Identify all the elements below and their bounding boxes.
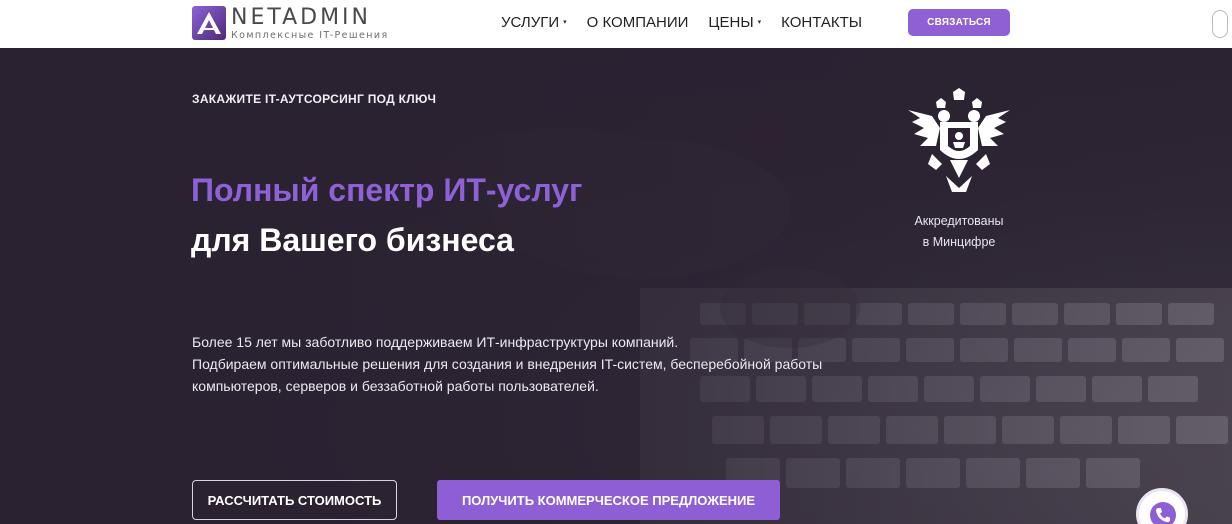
- nav-item-label: О КОМПАНИИ: [586, 14, 689, 31]
- hero-description: Более 15 лет мы заботливо поддерживаем И…: [192, 331, 832, 397]
- caret-down-icon: ▾: [757, 19, 762, 26]
- main-nav: УСЛУГИ ▾ О КОМПАНИИ ЦЕНЫ ▾ КОНТАКТЫ: [501, 13, 882, 33]
- nav-item-about[interactable]: О КОМПАНИИ: [587, 13, 689, 33]
- logo-wordmark: NETADMIN: [231, 5, 372, 30]
- phone-icon: [1150, 502, 1176, 524]
- scrollbar[interactable]: [1212, 10, 1228, 38]
- logo-a-mark-icon: [192, 6, 226, 40]
- russian-coat-of-arms-icon: [906, 88, 1012, 196]
- nav-item-services[interactable]: УСЛУГИ ▾: [501, 13, 567, 33]
- hero-title-accent: Полный спектр ИТ-услуг: [191, 172, 583, 208]
- hero-background-image: [0, 48, 1232, 524]
- logo[interactable]: NETADMIN Комплексные IT-Решения: [192, 6, 414, 42]
- nav-item-label: ЦЕНЫ: [708, 14, 754, 31]
- hero-kicker: ЗАКАЖИТЕ IT-АУТСОРСИНГ ПОД КЛЮЧ: [192, 92, 437, 106]
- description-line: Более 15 лет мы заботливо поддерживаем И…: [192, 334, 679, 350]
- accreditation-line: в Минцифре: [922, 235, 996, 249]
- logo-tagline: Комплексные IT-Решения: [231, 30, 389, 41]
- contact-button[interactable]: СВЯЗАТЬСЯ: [908, 9, 1010, 36]
- nav-item-contacts[interactable]: КОНТАКТЫ: [781, 13, 862, 33]
- site-header: NETADMIN Комплексные IT-Решения УСЛУГИ ▾…: [0, 0, 1232, 48]
- hero-section: ЗАКАЖИТЕ IT-АУТСОРСИНГ ПОД КЛЮЧ Полный с…: [0, 48, 1232, 524]
- nav-item-label: КОНТАКТЫ: [781, 14, 863, 31]
- get-offer-button[interactable]: ПОЛУЧИТЬ КОММЕРЧЕСКОЕ ПРЕДЛОЖЕНИЕ: [437, 480, 780, 520]
- nav-item-prices[interactable]: ЦЕНЫ ▾: [708, 13, 761, 33]
- accreditation-text: Аккредитованы в Минцифре: [903, 211, 1015, 253]
- hero-title: для Вашего бизнеса: [191, 222, 514, 258]
- nav-item-label: УСЛУГИ: [501, 14, 560, 31]
- description-line: Подбираем оптимальные решения для создан…: [192, 356, 823, 372]
- accreditation-line: Аккредитованы: [914, 214, 1004, 228]
- calculate-cost-button[interactable]: РАССЧИТАТЬ СТОИМОСТЬ: [192, 480, 397, 520]
- caret-down-icon: ▾: [563, 19, 567, 26]
- description-line: компьютеров, серверов и беззаботной рабо…: [192, 378, 599, 394]
